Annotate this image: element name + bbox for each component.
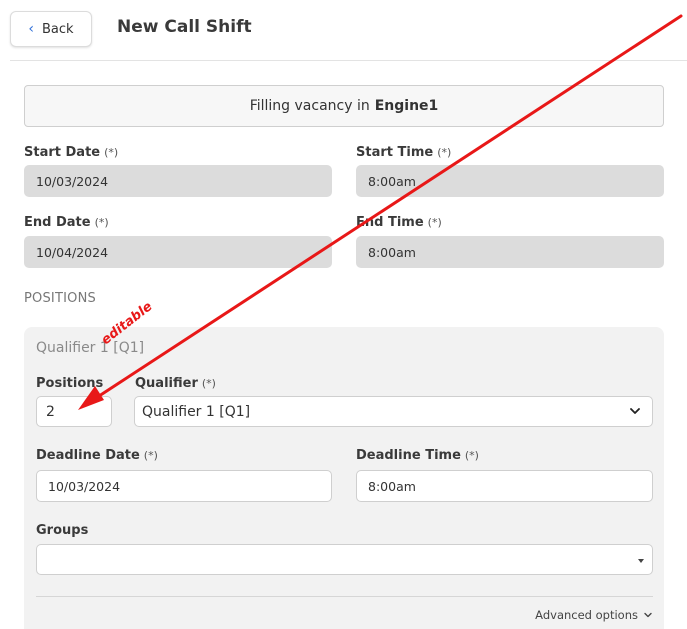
chevron-left-icon: ‹ [28,21,35,37]
back-button-label: Back [42,21,74,37]
positions-input[interactable]: 2 [36,396,112,427]
groups-label: Groups [36,523,89,538]
deadline-date-input[interactable]: 10/03/2024 [36,470,332,502]
start-time-field: 8:00am [356,165,664,197]
qualifier-select[interactable]: Qualifier 1 [Q1] [134,396,653,427]
vacancy-unit: Engine1 [374,98,439,114]
deadline-date-label-text: Deadline Date [36,448,140,463]
start-date-label-text: Start Date [24,145,101,160]
deadline-date-label: Deadline Date (*) [36,448,158,463]
required-marker: (*) [94,216,109,229]
page-title: New Call Shift [117,17,252,37]
end-date-label-text: End Date [24,215,91,230]
panel-divider [36,596,653,597]
vacancy-banner: Filling vacancy in Engine1 [24,85,664,127]
end-time-label-text: End Time [356,215,424,230]
groups-select[interactable] [36,544,653,575]
start-date-label: Start Date (*) [24,145,118,160]
advanced-options-toggle[interactable]: Advanced options [535,608,653,622]
back-button[interactable]: ‹ Back [10,11,92,47]
caret-down-icon [638,559,644,563]
deadline-time-input[interactable]: 8:00am [356,470,653,502]
deadline-time-label-text: Deadline Time [356,448,461,463]
start-time-label-text: Start Time [356,145,434,160]
position-panel-title: Qualifier 1 [Q1] [36,340,145,356]
start-time-label: Start Time (*) [356,145,451,160]
positions-label: Positions [36,376,104,391]
chevron-down-icon [644,612,652,618]
required-marker: (*) [104,146,119,159]
end-time-field: 8:00am [356,236,664,268]
end-date-label: End Date (*) [24,215,109,230]
chevron-down-icon [630,408,640,414]
end-time-label: End Time (*) [356,215,442,230]
qualifier-label-text: Qualifier [135,376,198,391]
page-header: ‹ Back New Call Shift [0,0,687,60]
qualifier-label: Qualifier (*) [135,376,216,391]
required-marker: (*) [464,449,479,462]
required-marker: (*) [437,146,452,159]
required-marker: (*) [201,377,216,390]
end-date-field: 10/04/2024 [24,236,332,268]
start-date-field: 10/03/2024 [24,165,332,197]
deadline-time-label: Deadline Time (*) [356,448,479,463]
required-marker: (*) [427,216,442,229]
positions-section-title: POSITIONS [24,291,96,306]
header-divider [10,60,687,61]
required-marker: (*) [143,449,158,462]
qualifier-select-value: Qualifier 1 [Q1] [142,403,251,420]
vacancy-banner-prefix: Filling vacancy in [249,98,370,114]
advanced-options-label: Advanced options [535,608,638,622]
